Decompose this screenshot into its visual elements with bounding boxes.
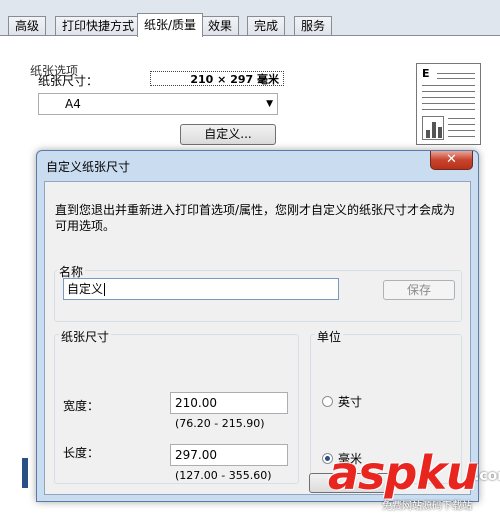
watermark-suffix: .com	[474, 468, 500, 484]
paper-size-selected: A4	[65, 97, 81, 111]
tab-advanced[interactable]: 高级	[8, 16, 47, 35]
paper-size-value: 210 × 297 毫米	[150, 71, 284, 86]
tab-finish[interactable]: 完成	[247, 16, 286, 35]
tab-strip: 高级 打印快捷方式 纸张/质量 效果 完成 服务	[0, 0, 500, 37]
paper-size-label: 纸张尺寸：	[38, 74, 99, 88]
width-input[interactable]: 210.00	[170, 392, 288, 414]
watermark-logo: aspku	[328, 446, 479, 500]
paper-size-select[interactable]: A4 ▼	[38, 93, 278, 115]
preview-letter-icon: E	[422, 67, 430, 80]
preview-text-line	[422, 91, 475, 92]
info-message: 直到您退出并重新进入打印首选项/属性，您刚才自定义的纸张尺寸才会成为可用选项。	[55, 203, 456, 233]
dropdown-arrow-icon: ▼	[266, 99, 273, 109]
watermark-tagline: 免费网站源码下载站	[382, 501, 472, 512]
preview-text-line	[448, 130, 475, 131]
preview-text-line	[422, 109, 475, 110]
width-label: 宽度：	[63, 399, 100, 413]
preview-text-line	[448, 124, 475, 125]
close-icon[interactable]: ✕	[430, 151, 473, 170]
tab-effects[interactable]: 效果	[201, 16, 240, 35]
name-input-value: 自定义	[67, 282, 104, 296]
width-range: (76.20 - 215.90)	[175, 417, 265, 430]
text-caret	[104, 283, 106, 296]
page-preview-image: E	[416, 63, 481, 145]
preview-text-line	[448, 136, 475, 137]
paper-size-group-title: 纸张尺寸	[59, 328, 112, 345]
save-button[interactable]: 保存	[383, 280, 455, 300]
preview-text-line	[422, 85, 475, 86]
custom-size-button[interactable]: 自定义...	[180, 124, 276, 145]
preview-text-line	[437, 78, 475, 79]
background-window-edge	[22, 458, 28, 488]
tab-print-shortcuts[interactable]: 打印快捷方式	[55, 16, 142, 35]
site-watermark: aspku .com 免费网站源码下载站	[328, 448, 500, 514]
length-input[interactable]: 297.00	[170, 444, 288, 466]
preview-text-line	[448, 118, 475, 119]
length-label: 长度：	[63, 446, 100, 460]
unit-group-title: 单位	[315, 328, 344, 345]
length-range: (127.00 - 355.60)	[175, 469, 272, 482]
tab-paper-quality[interactable]: 纸张/质量	[137, 13, 204, 37]
unit-inch-radio[interactable]	[322, 396, 333, 407]
name-input[interactable]: 自定义	[63, 278, 339, 300]
preview-text-line	[422, 103, 475, 104]
preview-text-line	[422, 97, 475, 98]
preview-text-line	[437, 73, 475, 74]
dialog-title: 自定义纸张尺寸	[46, 160, 131, 174]
unit-inch-label: 英寸	[338, 395, 363, 409]
preview-chart-icon	[422, 116, 444, 140]
tab-services[interactable]: 服务	[294, 16, 333, 35]
